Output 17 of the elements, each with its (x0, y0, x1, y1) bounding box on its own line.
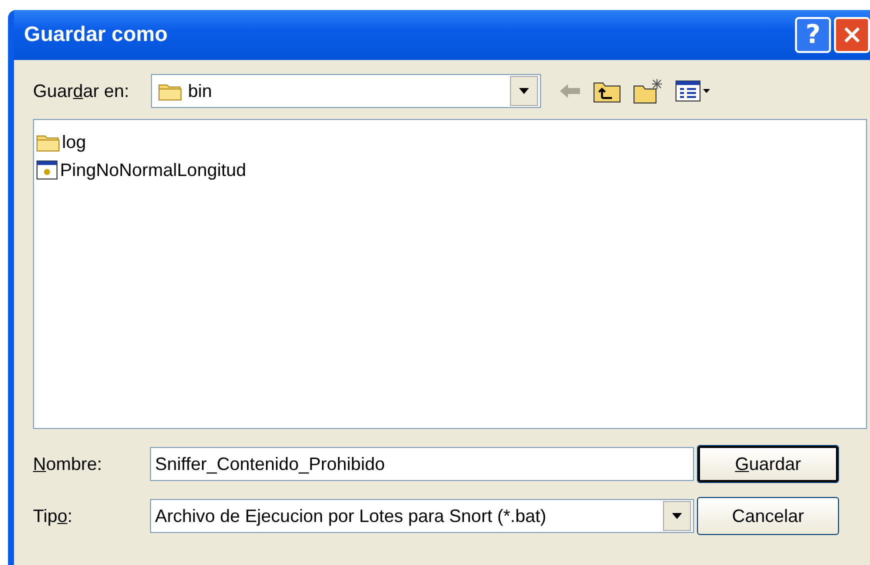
view-menu-icon[interactable] (675, 79, 711, 103)
close-button[interactable]: × (834, 17, 870, 53)
file-item[interactable]: PingNoNormalLongitud (36, 156, 248, 184)
location-dropdown[interactable]: bin (151, 74, 541, 108)
help-button[interactable]: ? (795, 17, 831, 53)
name-label: Nombre: (33, 454, 104, 474)
file-type-dropdown[interactable]: Archivo de Ejecucion por Lotes para Snort (*.bat) (150, 499, 694, 533)
file-list[interactable]: log PingNoNormalLongitud (33, 119, 867, 429)
cancel-button[interactable]: Cancelar (697, 497, 839, 535)
type-label: Tipo: (33, 506, 74, 526)
window-title: Guardar como (24, 23, 169, 47)
location-label: Guardar en: (33, 80, 130, 102)
program-icon (36, 160, 58, 180)
new-folder-icon[interactable] (633, 78, 663, 104)
file-name-field[interactable]: Sniffer_Contenido_Prohibido (150, 447, 694, 481)
file-item[interactable]: log (36, 128, 88, 156)
save-button[interactable]: Guardar (697, 445, 839, 483)
